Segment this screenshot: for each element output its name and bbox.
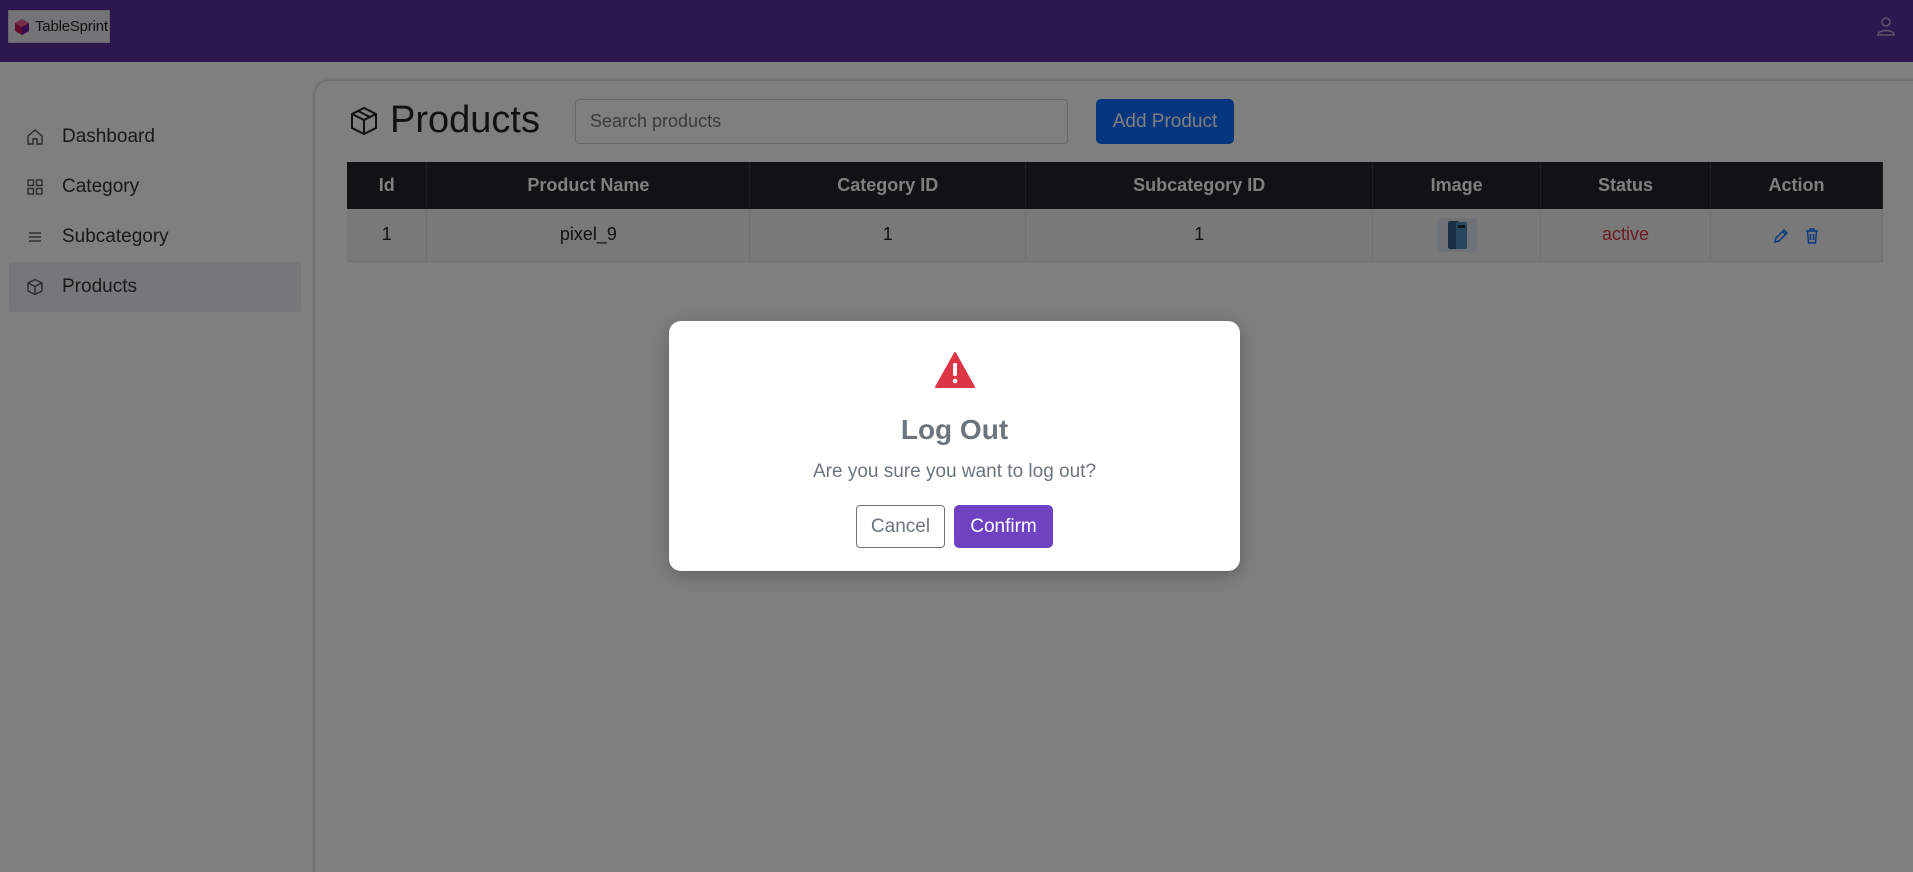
cancel-button[interactable]: Cancel	[856, 505, 945, 548]
dialog-message: Are you sure you want to log out?	[812, 461, 1097, 482]
confirm-button[interactable]: Confirm	[954, 505, 1053, 548]
logout-dialog: Log Out Are you sure you want to log out…	[669, 321, 1240, 571]
dialog-title: Log Out	[900, 414, 1009, 445]
warning-icon	[935, 352, 975, 388]
